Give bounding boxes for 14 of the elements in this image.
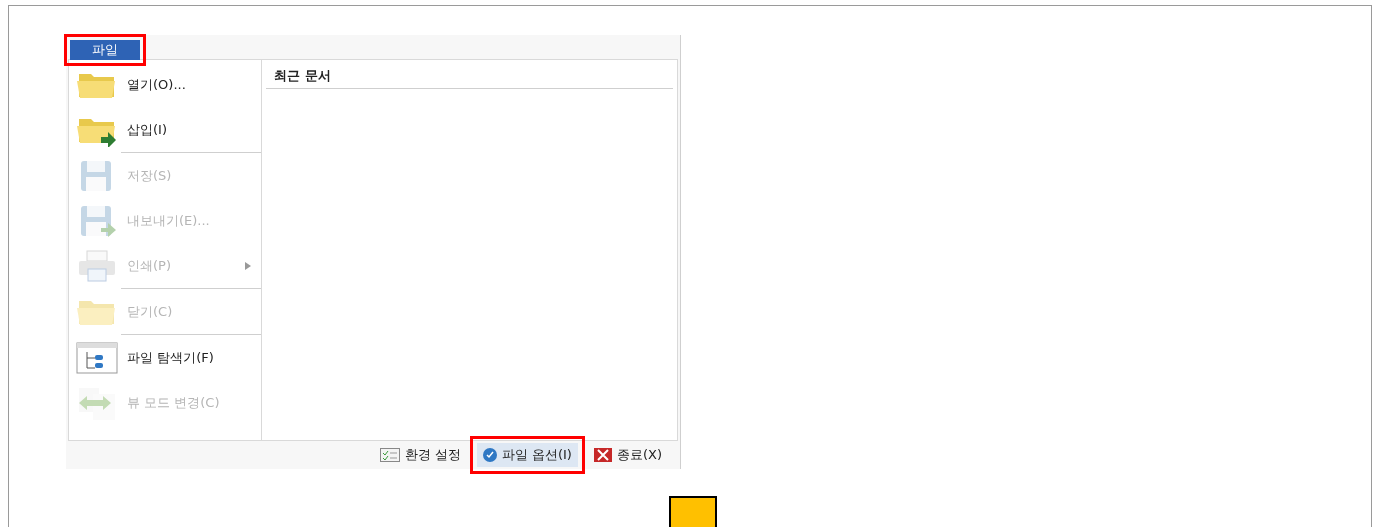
file-explorer-icon bbox=[75, 340, 119, 375]
footer-button[interactable]: 환경 설정 bbox=[373, 443, 467, 467]
check-circle-icon bbox=[482, 448, 497, 462]
file-tab[interactable]: 파일 bbox=[70, 39, 140, 60]
recent-documents-title: 최근 문서 bbox=[266, 66, 673, 89]
footer-button[interactable]: 종료(X) bbox=[587, 443, 668, 467]
marker-square bbox=[669, 496, 717, 527]
menu-item[interactable]: 삽입(I) bbox=[69, 107, 261, 153]
menu-item[interactable]: 열기(O)... bbox=[69, 62, 261, 107]
footer-button[interactable]: 파일 옵션(I) bbox=[476, 443, 578, 467]
submenu-arrow-icon bbox=[245, 261, 251, 270]
close-icon bbox=[593, 448, 612, 462]
menu-item[interactable]: 파일 탐색기(F) bbox=[69, 335, 261, 380]
checklist-icon bbox=[379, 448, 400, 462]
